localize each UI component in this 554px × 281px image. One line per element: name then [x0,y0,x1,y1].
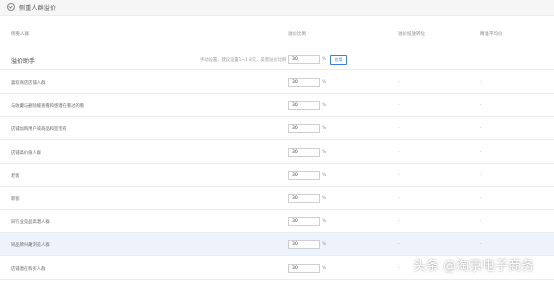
table-row: 新客 30% - - [0,187,554,210]
premium-ratio-input[interactable]: 30 [288,101,320,111]
column-header-avg-price: 精准平均价 [480,32,503,37]
percent-sign: % [322,265,327,271]
conversion-value: - [398,242,400,248]
percent-sign: % [322,126,327,132]
audience-label: 店铺加购用户或商品和签宝有 [11,127,67,133]
premium-ratio-input[interactable]: 30 [288,194,320,203]
conversion-value: - [398,126,400,132]
premium-ratio-input[interactable]: 30 [288,263,320,273]
avg-price-value: - [480,196,482,201]
collapse-toggle-icon[interactable] [7,3,15,11]
avg-price-value: - [480,149,482,155]
section-header[interactable]: 侧重人群溢价 [0,0,554,16]
audience-label: 店铺高价值人群 [11,150,42,156]
table-row: 与收藏与删除缓查看和感潜在看过的看 30% - - [0,94,554,118]
table-row: 喜欢商店店铺人群 30% - - [0,71,554,94]
percent-sign: % [322,149,327,155]
percent-sign: % [322,172,327,178]
table-row: 店铺加购用户或商品和签宝有 30% - - [0,117,554,141]
avg-price-value: - [480,172,482,178]
column-header-audience: 侧重人群 [11,32,29,37]
percent-sign: % [322,242,327,248]
column-header-premium-ratio: 溢价比例 [288,32,306,37]
audience-label: 与收藏与删除缓查看和感潜在看过的看 [11,104,85,110]
avg-price-value: - [480,103,482,109]
audience-label: 店铺潜在购买人群 [11,266,46,272]
conversion-value: - [398,149,400,155]
premium-ratio-input[interactable]: 30 [288,147,320,157]
table-row: 同品牌兴趣浏览人群 30% - - [0,233,554,257]
conversion-value: - [398,172,400,178]
conversion-value: - [398,196,400,201]
conversion-value: - [398,265,400,271]
audience-label: 喜欢商店店铺人群 [11,81,46,86]
premium-ratio-input[interactable]: 30 [288,124,320,134]
section-title: 侧重人群溢价 [19,5,57,12]
table-header: 侧重人群 溢价比例 溢价投放转化 精准平均价 [0,28,554,40]
audience-label: 同品牌兴趣浏览人群 [11,243,50,249]
premium-ratio-input[interactable]: 30 [288,170,320,180]
avg-price-value: - [480,126,482,132]
premium-assistant-hint: 手动设置，建议设置1~1.8元，美景溢价比例 [200,58,287,63]
table-row: 老客 30% - - [0,164,554,187]
audience-label: 老客 [11,173,20,179]
conversion-value: - [398,103,400,109]
percent-sign: % [322,196,327,201]
premium-assistant-title: 溢价助手 [11,58,36,65]
watermark: 头条 @淘京电子商务 [413,259,535,274]
premium-ratio-input[interactable]: 30 [288,78,320,87]
avg-price-value: - [480,80,482,85]
assistant-premium-input[interactable]: 30 [288,55,320,64]
premium-ratio-input[interactable]: 30 [288,240,320,250]
premium-ratio-input[interactable]: 30 [288,217,320,227]
avg-price-value: - [480,242,482,248]
percent-sign: % [322,103,327,109]
column-header-conversion: 溢价投放转化 [398,32,425,37]
avg-price-value: - [480,219,482,225]
premium-assistant-row: 溢价助手 手动设置，建议设置1~1.8元，美景溢价比例 [0,50,554,70]
percent-sign: % [322,219,327,225]
percent-sign: % [322,80,327,85]
conversion-value: - [398,219,400,225]
assistant-percent-sign: % [322,57,327,62]
audience-label: 新客 [11,197,20,202]
apply-button[interactable]: 应用 [330,55,347,65]
table-row: 同行业竞品高潜人群 30% - - [0,210,554,234]
audience-label: 同行业竞品高潜人群 [11,220,50,226]
conversion-value: - [398,80,400,85]
table-row: 店铺高价值人群 30% - - [0,141,554,164]
